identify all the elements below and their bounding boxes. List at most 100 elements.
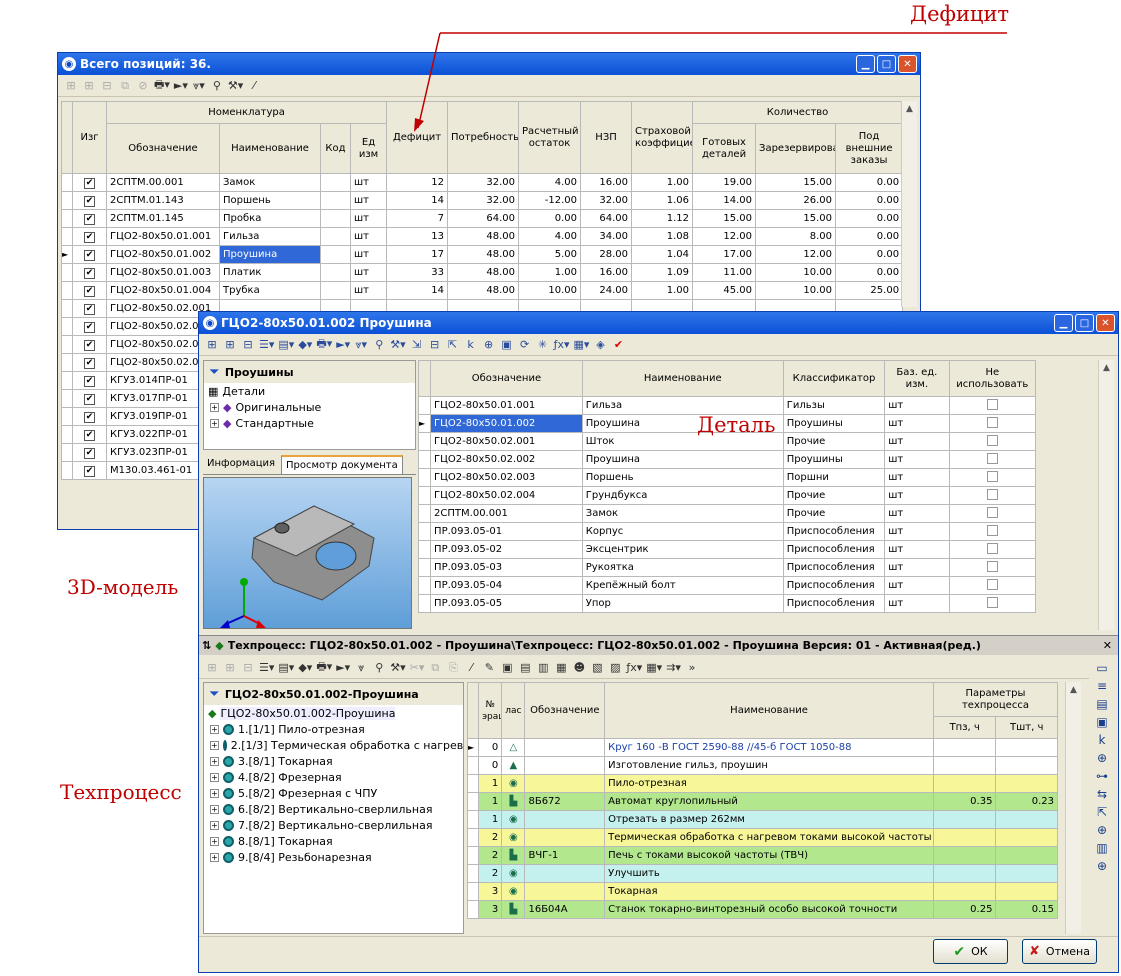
add-child-icon[interactable]: ⊞ bbox=[82, 78, 96, 94]
model-icon[interactable]: ◆▾ bbox=[298, 337, 312, 353]
tree-item-operation[interactable]: +6.[8/2] Вертикально-сверлильная bbox=[204, 801, 463, 817]
more-icon[interactable]: » bbox=[685, 660, 699, 676]
insert-icon[interactable]: ⊕ bbox=[1097, 823, 1107, 837]
col-name[interactable]: Наименование bbox=[604, 682, 934, 739]
go-icon[interactable]: ►▾ bbox=[174, 78, 188, 94]
list-icon[interactable]: ☰▾ bbox=[259, 337, 274, 353]
copy-icon[interactable]: ⧉ bbox=[118, 78, 132, 94]
table-row[interactable]: 2 ◉ Термическая обработка с нагревом токам… bbox=[466, 828, 1058, 847]
not-use-checkbox[interactable] bbox=[986, 596, 998, 608]
table-row[interactable]: ПР.093.05-03 Рукоятка Приспособления шт bbox=[417, 558, 1037, 577]
izg-checkbox[interactable]: ✔ bbox=[84, 339, 95, 351]
izg-checkbox[interactable]: ✔ bbox=[84, 429, 95, 441]
remove-icon[interactable]: ⊟ bbox=[241, 660, 255, 676]
wand-icon[interactable]: ⁄ bbox=[247, 78, 261, 94]
expand-icon[interactable]: + bbox=[210, 772, 219, 782]
expand-icon[interactable]: + bbox=[210, 836, 219, 846]
print-icon[interactable]: 🖶▾ bbox=[316, 660, 332, 676]
scroll-up-icon[interactable]: ▲ bbox=[1099, 360, 1114, 376]
col-safety[interactable]: Страховой коэффициен bbox=[631, 101, 694, 174]
col-nomenclature[interactable]: Номенклатура bbox=[105, 101, 388, 124]
binoculars-icon[interactable]: ⚲ bbox=[210, 78, 224, 94]
tree-item-operation[interactable]: +1.[1/1] Пило-отрезная bbox=[204, 721, 463, 737]
filter-icon[interactable]: ⩔ bbox=[354, 660, 368, 676]
expand-icon[interactable]: + bbox=[210, 820, 219, 830]
izg-checkbox[interactable]: ✔ bbox=[84, 321, 95, 333]
save-icon[interactable]: ▦▾ bbox=[574, 337, 590, 353]
fx-icon[interactable]: ƒx▾ bbox=[554, 337, 570, 353]
cancel-button[interactable]: ✘ Отмена bbox=[1022, 939, 1097, 964]
col-tpz[interactable]: Тпз, ч bbox=[932, 716, 997, 739]
check-icon[interactable]: ✔ bbox=[611, 337, 625, 353]
tree-item-operation[interactable]: +7.[8/2] Вертикально-сверлильная bbox=[204, 817, 463, 833]
table-row[interactable]: ✔ 2СПТМ.01.145 Пробка шт 7 64.00 0.00 64.00 1.12… bbox=[61, 209, 904, 228]
tree-item-operation[interactable]: +4.[8/2] Фрезерная bbox=[204, 769, 463, 785]
not-use-checkbox[interactable] bbox=[986, 470, 998, 482]
filter-icon[interactable]: ⩔▾ bbox=[354, 337, 368, 353]
col-name[interactable]: Наименование bbox=[219, 123, 321, 174]
table-row[interactable]: ✔ 2СПТМ.00.001 Замок шт 12 32.00 4.00 16.00 1.00… bbox=[61, 173, 904, 192]
izg-cell[interactable]: ✔ bbox=[72, 173, 107, 192]
izg-checkbox[interactable]: ✔ bbox=[84, 303, 95, 315]
diamond-icon[interactable]: ◈ bbox=[593, 337, 607, 353]
not-use-checkbox[interactable] bbox=[986, 560, 998, 572]
minimize-button[interactable]: ▁ bbox=[1054, 314, 1073, 332]
tree-item-original[interactable]: + ◆ Оригинальные bbox=[204, 399, 415, 415]
izg-checkbox[interactable]: ✔ bbox=[84, 249, 95, 261]
izg-cell[interactable]: ✔ bbox=[72, 209, 107, 228]
cancel-icon[interactable]: ⊘ bbox=[136, 78, 150, 94]
table-row[interactable]: ПР.093.05-02 Эксцентрик Приспособления шт bbox=[417, 540, 1037, 559]
izg-checkbox[interactable]: ✔ bbox=[84, 357, 95, 369]
close-button[interactable]: ✕ bbox=[898, 55, 917, 73]
ok-button[interactable]: ✔ ОК bbox=[933, 939, 1008, 964]
not-use-cell[interactable] bbox=[948, 558, 1037, 577]
izg-checkbox[interactable]: ✔ bbox=[84, 267, 95, 279]
export-icon[interactable]: ⇱ bbox=[1097, 805, 1107, 819]
not-use-cell[interactable] bbox=[948, 486, 1037, 505]
remove-icon[interactable]: ⊟ bbox=[241, 337, 255, 353]
table-row[interactable]: ГЦО2-80х50.02.004 Грундбукса Прочие шт bbox=[417, 486, 1037, 505]
add-icon[interactable]: ⊞ bbox=[205, 660, 219, 676]
izg-checkbox[interactable]: ✔ bbox=[84, 393, 95, 405]
image-icon[interactable]: ▣ bbox=[500, 337, 514, 353]
izg-cell[interactable]: ✔ bbox=[72, 425, 107, 444]
table-row[interactable]: ПР.093.05-04 Крепёжный болт Приспособления… bbox=[417, 576, 1037, 595]
col-num[interactable]: № эрац bbox=[478, 682, 503, 739]
col-unit[interactable]: Ед изм bbox=[349, 123, 388, 174]
scroll-up-icon[interactable]: ▲ bbox=[902, 101, 917, 117]
import-icon[interactable]: ⇲ bbox=[410, 337, 424, 353]
close-pane-icon[interactable]: ✕ bbox=[1103, 639, 1112, 652]
not-use-cell[interactable] bbox=[948, 450, 1037, 469]
calc-icon[interactable]: ▥ bbox=[536, 660, 550, 676]
not-use-checkbox[interactable] bbox=[986, 416, 998, 428]
izg-checkbox[interactable]: ✔ bbox=[84, 411, 95, 423]
print-icon[interactable]: 🖶▾ bbox=[316, 337, 332, 353]
folder-icon[interactable]: ▧ bbox=[590, 660, 604, 676]
not-use-cell[interactable] bbox=[948, 504, 1037, 523]
expand-icon[interactable]: + bbox=[210, 756, 219, 766]
izg-checkbox[interactable]: ✔ bbox=[84, 447, 95, 459]
insert-after-icon[interactable]: ⊕ bbox=[1097, 859, 1107, 873]
izg-cell[interactable]: ✔ bbox=[72, 227, 107, 246]
add-child-icon[interactable]: ⊞ bbox=[223, 337, 237, 353]
col-reserved[interactable]: Зарезервированн bbox=[755, 123, 837, 174]
col-ready[interactable]: Готовых деталей bbox=[692, 123, 757, 174]
col-params[interactable]: Параметры техпроцесса bbox=[932, 682, 1059, 717]
tree-item-details[interactable]: ▦ Детали bbox=[204, 383, 415, 399]
add-icon[interactable]: ⊞ bbox=[64, 78, 78, 94]
table-row[interactable]: ✔ ГЦО2-80х50.01.001 Гильза шт 13 48.00 4.00 34.… bbox=[61, 227, 904, 246]
izg-cell[interactable]: ✔ bbox=[72, 461, 107, 480]
minimize-button[interactable]: ▁ bbox=[856, 55, 875, 73]
table-row[interactable]: 3 ▙ 16Б04А Станок токарно-винторезный особо… bbox=[466, 900, 1058, 919]
expand-icon[interactable]: + bbox=[210, 852, 219, 862]
not-use-cell[interactable] bbox=[948, 594, 1037, 613]
not-use-cell[interactable] bbox=[948, 522, 1037, 541]
col-designation[interactable]: Обозначение bbox=[430, 360, 583, 397]
col-notuse[interactable]: Не использовать bbox=[948, 360, 1037, 397]
izg-cell[interactable]: ✔ bbox=[72, 245, 107, 264]
not-use-cell[interactable] bbox=[948, 432, 1037, 451]
table-row[interactable]: ✔ 2СПТМ.01.143 Поршень шт 14 32.00 -12.00 32.00… bbox=[61, 191, 904, 210]
tools-icon[interactable]: ⚒▾ bbox=[390, 660, 405, 676]
close-button[interactable]: ✕ bbox=[1096, 314, 1115, 332]
izg-cell[interactable]: ✔ bbox=[72, 371, 107, 390]
